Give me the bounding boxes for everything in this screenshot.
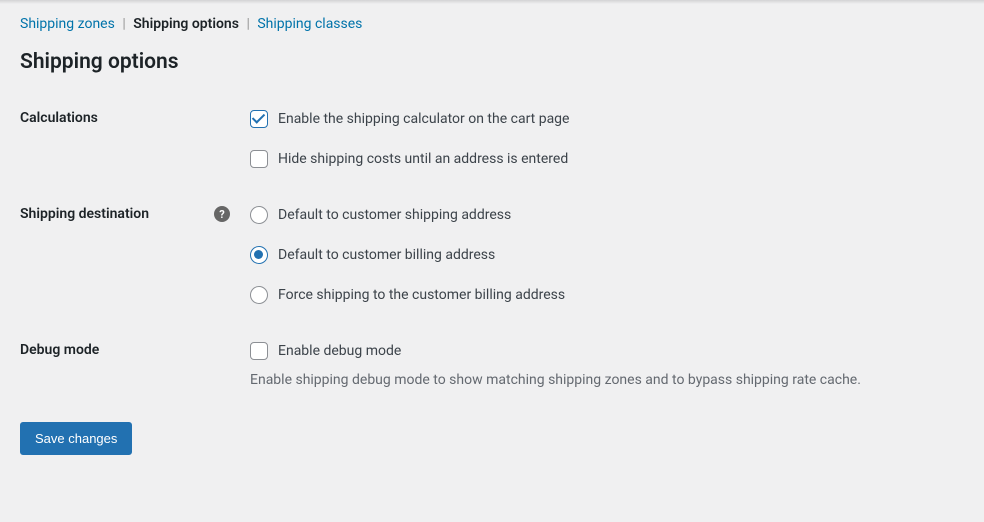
label-hide-costs[interactable]: Hide shipping costs until an address is … — [278, 151, 568, 167]
debug-description: Enable shipping debug mode to show match… — [250, 370, 964, 388]
field-enable-debug: Enable debug mode — [250, 338, 964, 370]
radio-dest-force-billing[interactable] — [250, 286, 268, 304]
tab-shipping-options[interactable]: Shipping options — [133, 16, 239, 32]
tab-shipping-zones[interactable]: Shipping zones — [20, 16, 115, 32]
checkbox-enable-debug[interactable] — [250, 342, 268, 360]
label-debug-mode: Debug mode — [0, 324, 240, 402]
label-calculations: Calculations — [0, 92, 240, 188]
label-dest-shipping[interactable]: Default to customer shipping address — [278, 207, 511, 223]
label-enable-calculator[interactable]: Enable the shipping calculator on the ca… — [278, 111, 569, 127]
page-title: Shipping options — [0, 40, 984, 92]
field-hide-costs: Hide shipping costs until an address is … — [250, 146, 964, 174]
field-enable-calculator: Enable the shipping calculator on the ca… — [250, 106, 964, 146]
field-dest-shipping: Default to customer shipping address — [250, 202, 964, 242]
save-button[interactable]: Save changes — [20, 422, 132, 455]
label-enable-debug[interactable]: Enable debug mode — [278, 343, 401, 359]
tab-separator: | — [118, 16, 129, 32]
radio-dest-billing[interactable] — [250, 246, 268, 264]
radio-dest-shipping[interactable] — [250, 206, 268, 224]
label-shipping-destination: Shipping destination ? — [0, 188, 240, 324]
row-debug-mode: Debug mode Enable debug mode Enable ship… — [0, 324, 984, 402]
row-shipping-destination: Shipping destination ? Default to custom… — [0, 188, 984, 324]
label-dest-force-billing[interactable]: Force shipping to the customer billing a… — [278, 287, 565, 303]
tab-shipping-classes[interactable]: Shipping classes — [257, 16, 362, 32]
tab-separator: | — [242, 16, 253, 32]
row-calculations: Calculations Enable the shipping calcula… — [0, 92, 984, 188]
settings-form: Calculations Enable the shipping calcula… — [0, 92, 984, 402]
label-shipping-destination-text: Shipping destination — [20, 206, 149, 222]
submit-area: Save changes — [0, 402, 984, 475]
field-dest-force-billing: Force shipping to the customer billing a… — [250, 282, 964, 310]
label-dest-billing[interactable]: Default to customer billing address — [278, 247, 495, 263]
checkbox-hide-costs[interactable] — [250, 150, 268, 168]
help-icon[interactable]: ? — [214, 206, 230, 222]
shipping-subtabs: Shipping zones | Shipping options | Ship… — [0, 4, 984, 40]
field-dest-billing: Default to customer billing address — [250, 242, 964, 282]
checkbox-enable-calculator[interactable] — [250, 110, 268, 128]
